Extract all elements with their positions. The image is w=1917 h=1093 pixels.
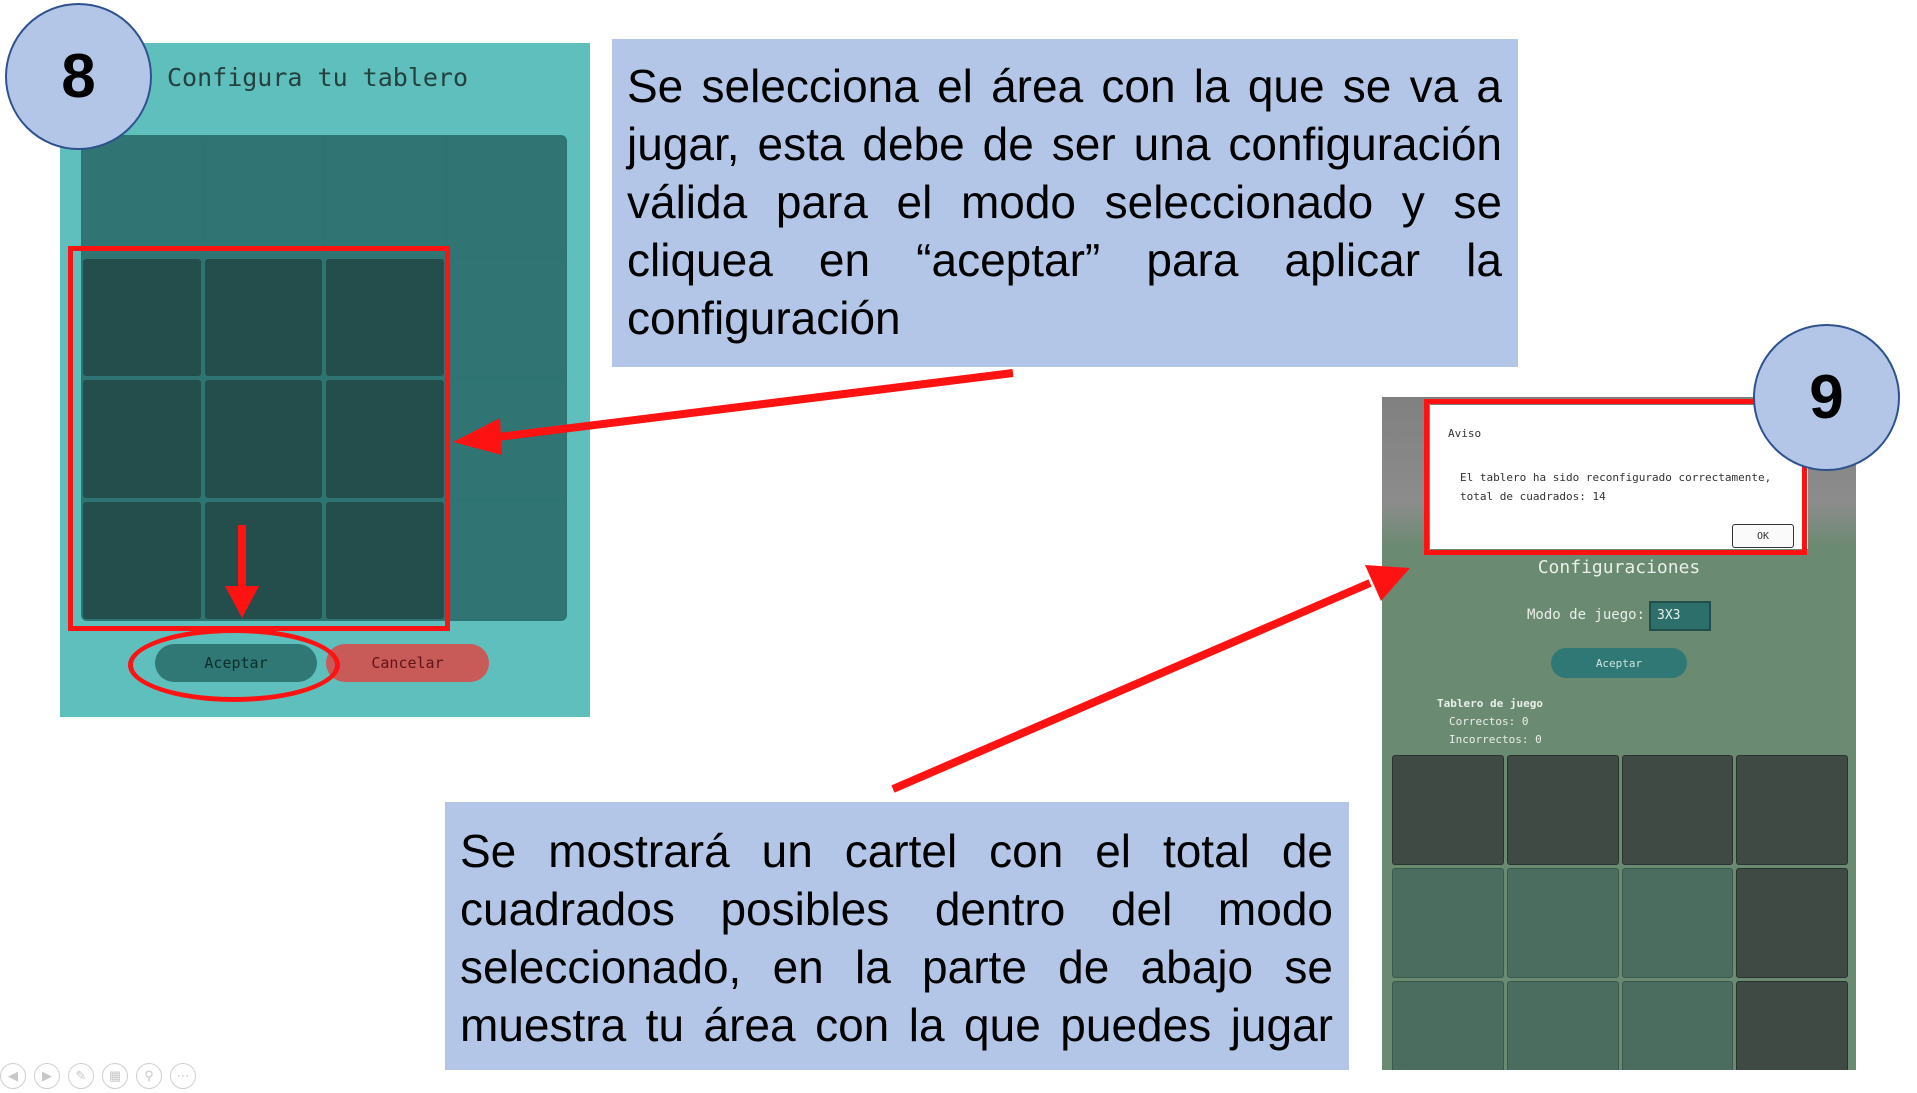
more-icon[interactable]: ⋯	[170, 1063, 196, 1089]
slide-controls: ◀ ▶ ✎ ▦ ⚲ ⋯	[0, 1063, 196, 1093]
slides-icon[interactable]: ▦	[102, 1063, 128, 1089]
arrow-head	[225, 586, 259, 618]
arrow-to-dialog	[891, 579, 1372, 793]
annotation-arrows	[225, 369, 1410, 793]
prev-icon[interactable]: ◀	[0, 1063, 26, 1089]
zoom-icon[interactable]: ⚲	[136, 1063, 162, 1089]
pen-icon[interactable]: ✎	[68, 1063, 94, 1089]
arrow-head	[453, 418, 502, 455]
arrow-to-selection	[489, 369, 1014, 442]
arrow-head	[1365, 565, 1410, 601]
next-icon[interactable]: ▶	[34, 1063, 60, 1089]
